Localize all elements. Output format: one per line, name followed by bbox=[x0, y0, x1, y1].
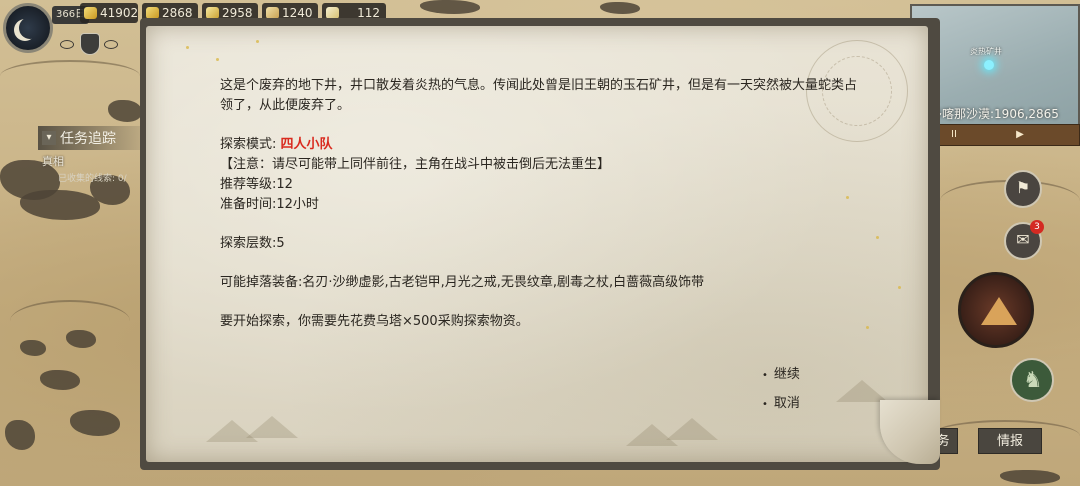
exploration-mode: 探索模式: 四人小队 bbox=[220, 135, 860, 155]
map-rocks bbox=[20, 190, 100, 220]
intel-button[interactable]: 情报 bbox=[978, 428, 1042, 454]
moon-icon bbox=[19, 17, 41, 39]
quest-tracker-title: 任务追踪 bbox=[60, 131, 116, 147]
mountain-sketch bbox=[246, 416, 298, 438]
warning-notice: 【注意：请尽可能带上同伴前往，主角在战斗中被击倒后无法重生】 bbox=[220, 157, 611, 172]
dialog-options: • 继续 • 取消 bbox=[762, 361, 800, 419]
possible-drops: 可能掉落装备:名刃·沙缈虚影,古老铠甲,月光之戒,无畏纹章,剧毒之杖,白蔷薇高级… bbox=[220, 275, 705, 290]
map-rocks bbox=[5, 420, 35, 450]
notification-badge: 3 bbox=[1030, 220, 1044, 234]
banner-button[interactable]: ⚑ bbox=[1004, 170, 1042, 208]
cancel-label: 取消 bbox=[773, 396, 800, 411]
map-rocks bbox=[1000, 470, 1060, 484]
map-rocks bbox=[40, 370, 80, 390]
map-rocks bbox=[20, 340, 46, 356]
gold-coin-icon bbox=[84, 7, 97, 19]
map-ridge bbox=[0, 60, 140, 92]
time-of-day-button[interactable] bbox=[3, 3, 53, 53]
cancel-option[interactable]: • 取消 bbox=[762, 390, 800, 419]
shield-icon[interactable] bbox=[80, 33, 100, 55]
exploration-mode-label: 探索模式: bbox=[220, 137, 281, 152]
gold-speck bbox=[866, 326, 869, 329]
tent-icon bbox=[981, 297, 1017, 325]
player-marker-icon bbox=[984, 60, 994, 70]
prep-time: 准备时间:12小时 bbox=[220, 197, 319, 212]
map-rocks bbox=[70, 410, 120, 436]
banner-icon: ⚑ bbox=[1015, 178, 1031, 197]
gold-speck bbox=[216, 58, 219, 61]
exploration-mode-value: 四人小队 bbox=[280, 137, 333, 152]
gold-speck bbox=[876, 236, 879, 239]
bullet-icon: • bbox=[762, 399, 768, 410]
play-button[interactable]: ▶ bbox=[1005, 128, 1035, 142]
bullet-icon: • bbox=[762, 370, 768, 381]
location-description: 这是个废弃的地下井，井口散发着炎热的气息。传闻此处曾是旧王朝的玉石矿井，但是有一… bbox=[220, 78, 858, 113]
pause-button[interactable]: II bbox=[939, 128, 969, 142]
gold-speck bbox=[898, 286, 901, 289]
mountain-sketch bbox=[666, 418, 718, 440]
map-rocks bbox=[600, 2, 640, 14]
camp-button[interactable] bbox=[958, 272, 1034, 348]
map-coordinates: 多喀那沙漠:1906,2865 bbox=[930, 107, 1059, 121]
exploration-cost: 要开始探索，你需要先花费乌塔×500采购探索物资。 bbox=[220, 314, 529, 329]
map-ridge bbox=[10, 300, 130, 342]
gold-resource[interactable]: 41902 bbox=[80, 3, 138, 23]
eye-icon[interactable] bbox=[104, 40, 118, 49]
chevron-down-icon[interactable]: ▾ bbox=[42, 131, 56, 145]
messages-button[interactable]: ✉ 3 bbox=[1004, 220, 1044, 260]
continue-label: 继续 bbox=[773, 367, 800, 382]
time-speed-bar: II ▶ bbox=[930, 124, 1080, 146]
map-rocks bbox=[420, 0, 480, 14]
view-toggles bbox=[60, 33, 120, 55]
mount-button[interactable]: ♞ bbox=[1010, 358, 1054, 402]
continue-option[interactable]: • 继续 bbox=[762, 361, 800, 390]
eye-icon[interactable] bbox=[60, 40, 74, 49]
recommended-level: 推荐等级:12 bbox=[220, 177, 293, 192]
gold-speck bbox=[256, 40, 259, 43]
dialog-body: 这是个废弃的地下井，井口散发着炎热的气息。传闻此处曾是旧王朝的玉石矿井，但是有一… bbox=[220, 76, 860, 332]
gold-speck bbox=[186, 46, 189, 49]
horse-icon: ♞ bbox=[1023, 368, 1043, 393]
gold-value: 41902 bbox=[100, 6, 139, 20]
map-rocks bbox=[108, 100, 142, 122]
minimap-location-label: 炎热矿井 bbox=[970, 47, 1002, 56]
floor-count: 探索层数:5 bbox=[220, 236, 285, 251]
mountain-sketch bbox=[836, 380, 888, 402]
